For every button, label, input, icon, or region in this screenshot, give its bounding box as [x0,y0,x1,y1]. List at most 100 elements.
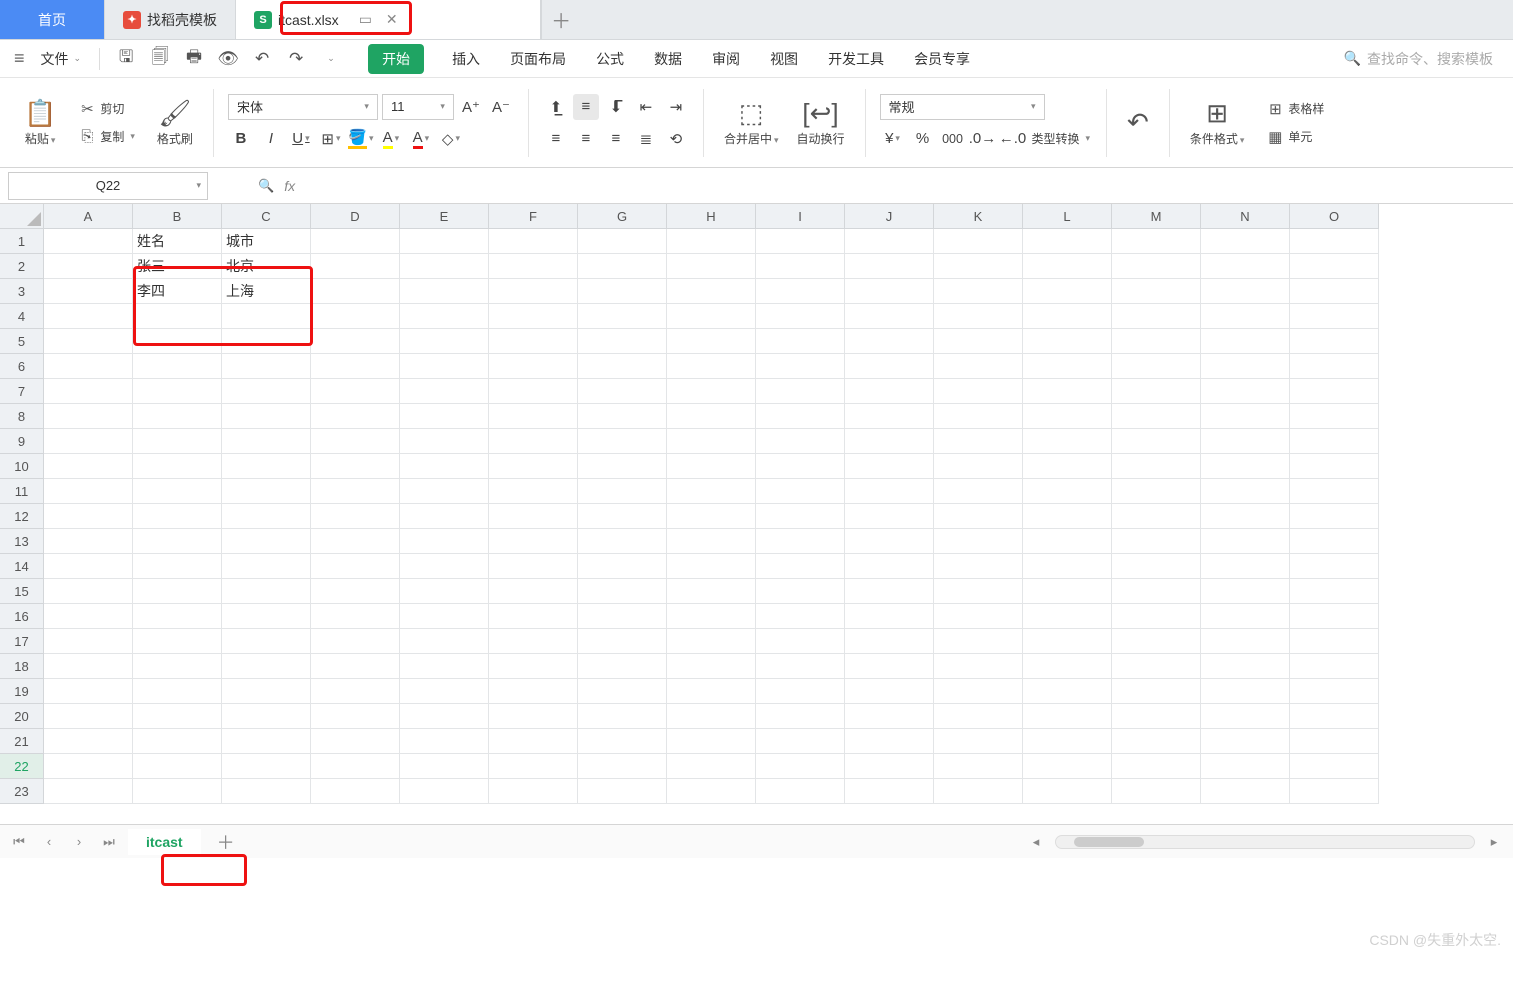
cell[interactable] [845,704,934,729]
cell[interactable] [578,479,667,504]
conditional-format-button[interactable]: ⊞ 条件格式▾ [1184,96,1251,149]
row-header[interactable]: 22 [0,754,44,779]
cell[interactable] [578,654,667,679]
cell[interactable] [400,679,489,704]
cell[interactable] [934,329,1023,354]
print-preview-icon[interactable]: 👁 [214,45,242,73]
cell[interactable] [489,654,578,679]
cell[interactable] [756,429,845,454]
cell[interactable] [489,504,578,529]
cell[interactable] [756,679,845,704]
scrollbar-thumb[interactable] [1074,837,1144,847]
row-header[interactable]: 3 [0,279,44,304]
cell[interactable] [756,479,845,504]
cell[interactable] [934,504,1023,529]
row-header[interactable]: 6 [0,354,44,379]
cell[interactable] [667,429,756,454]
name-box[interactable]: Q22 ▾ [8,172,208,200]
cell[interactable] [222,779,311,804]
cell[interactable] [133,729,222,754]
cell[interactable] [133,554,222,579]
cell[interactable] [133,454,222,479]
sheet-nav-last[interactable]: ⏭ [98,831,120,853]
cell[interactable] [44,479,133,504]
cell[interactable] [311,479,400,504]
cell[interactable] [222,304,311,329]
column-header[interactable]: O [1290,204,1379,229]
cell[interactable] [400,579,489,604]
cell[interactable] [845,254,934,279]
cell[interactable] [400,404,489,429]
cell[interactable] [578,329,667,354]
cell[interactable] [133,329,222,354]
cell[interactable] [845,654,934,679]
align-justify-button[interactable]: ≣ [633,126,659,152]
cell[interactable] [1290,479,1379,504]
cell[interactable] [1112,679,1201,704]
column-header[interactable]: A [44,204,133,229]
row-header[interactable]: 17 [0,629,44,654]
cell[interactable] [667,604,756,629]
cell[interactable] [934,429,1023,454]
cell[interactable] [400,754,489,779]
cell[interactable] [578,729,667,754]
cell[interactable] [667,304,756,329]
cell[interactable] [1112,354,1201,379]
cell[interactable] [311,754,400,779]
cell[interactable] [1023,329,1112,354]
column-header[interactable]: D [311,204,400,229]
cell[interactable] [667,454,756,479]
column-header[interactable]: K [934,204,1023,229]
row-header[interactable]: 1 [0,229,44,254]
cell[interactable] [1290,229,1379,254]
cell[interactable] [1023,529,1112,554]
cell[interactable] [400,729,489,754]
cell[interactable] [489,354,578,379]
cell[interactable] [489,679,578,704]
scroll-right-button[interactable]: ▸ [1483,831,1505,853]
row-header[interactable]: 10 [0,454,44,479]
cell[interactable] [311,379,400,404]
cell[interactable] [1023,504,1112,529]
cell[interactable] [578,554,667,579]
cell[interactable] [667,779,756,804]
cell[interactable] [756,729,845,754]
cell[interactable] [1112,654,1201,679]
tab-docker-templates[interactable]: ✦ 找稻壳模板 [105,0,236,39]
cell[interactable] [934,654,1023,679]
cell[interactable] [133,604,222,629]
cell[interactable] [845,329,934,354]
cell[interactable] [1112,629,1201,654]
cell[interactable] [44,254,133,279]
cell[interactable] [1201,654,1290,679]
sheet-nav-first[interactable]: ⏮ [8,831,30,853]
row-header[interactable]: 20 [0,704,44,729]
cell[interactable] [1023,579,1112,604]
column-header[interactable]: E [400,204,489,229]
cell[interactable] [1023,279,1112,304]
cell[interactable] [1023,404,1112,429]
cell[interactable] [1112,229,1201,254]
cell[interactable] [845,354,934,379]
cell[interactable] [1112,704,1201,729]
cell[interactable] [845,504,934,529]
cell[interactable] [222,729,311,754]
paste-button[interactable]: 📋 粘贴▾ [18,96,62,149]
cell[interactable] [1201,729,1290,754]
cell[interactable] [845,779,934,804]
cell[interactable] [133,654,222,679]
cell[interactable] [489,229,578,254]
cell[interactable] [1023,679,1112,704]
cell[interactable] [845,754,934,779]
cell[interactable] [400,654,489,679]
cell[interactable] [578,704,667,729]
cell[interactable] [400,279,489,304]
cell[interactable] [1112,454,1201,479]
fill-color-button[interactable]: 🪣▾ [348,126,374,152]
cell[interactable] [756,404,845,429]
cell[interactable] [934,479,1023,504]
cell[interactable] [222,629,311,654]
cell[interactable] [1112,304,1201,329]
cell[interactable] [667,729,756,754]
row-header[interactable]: 16 [0,604,44,629]
